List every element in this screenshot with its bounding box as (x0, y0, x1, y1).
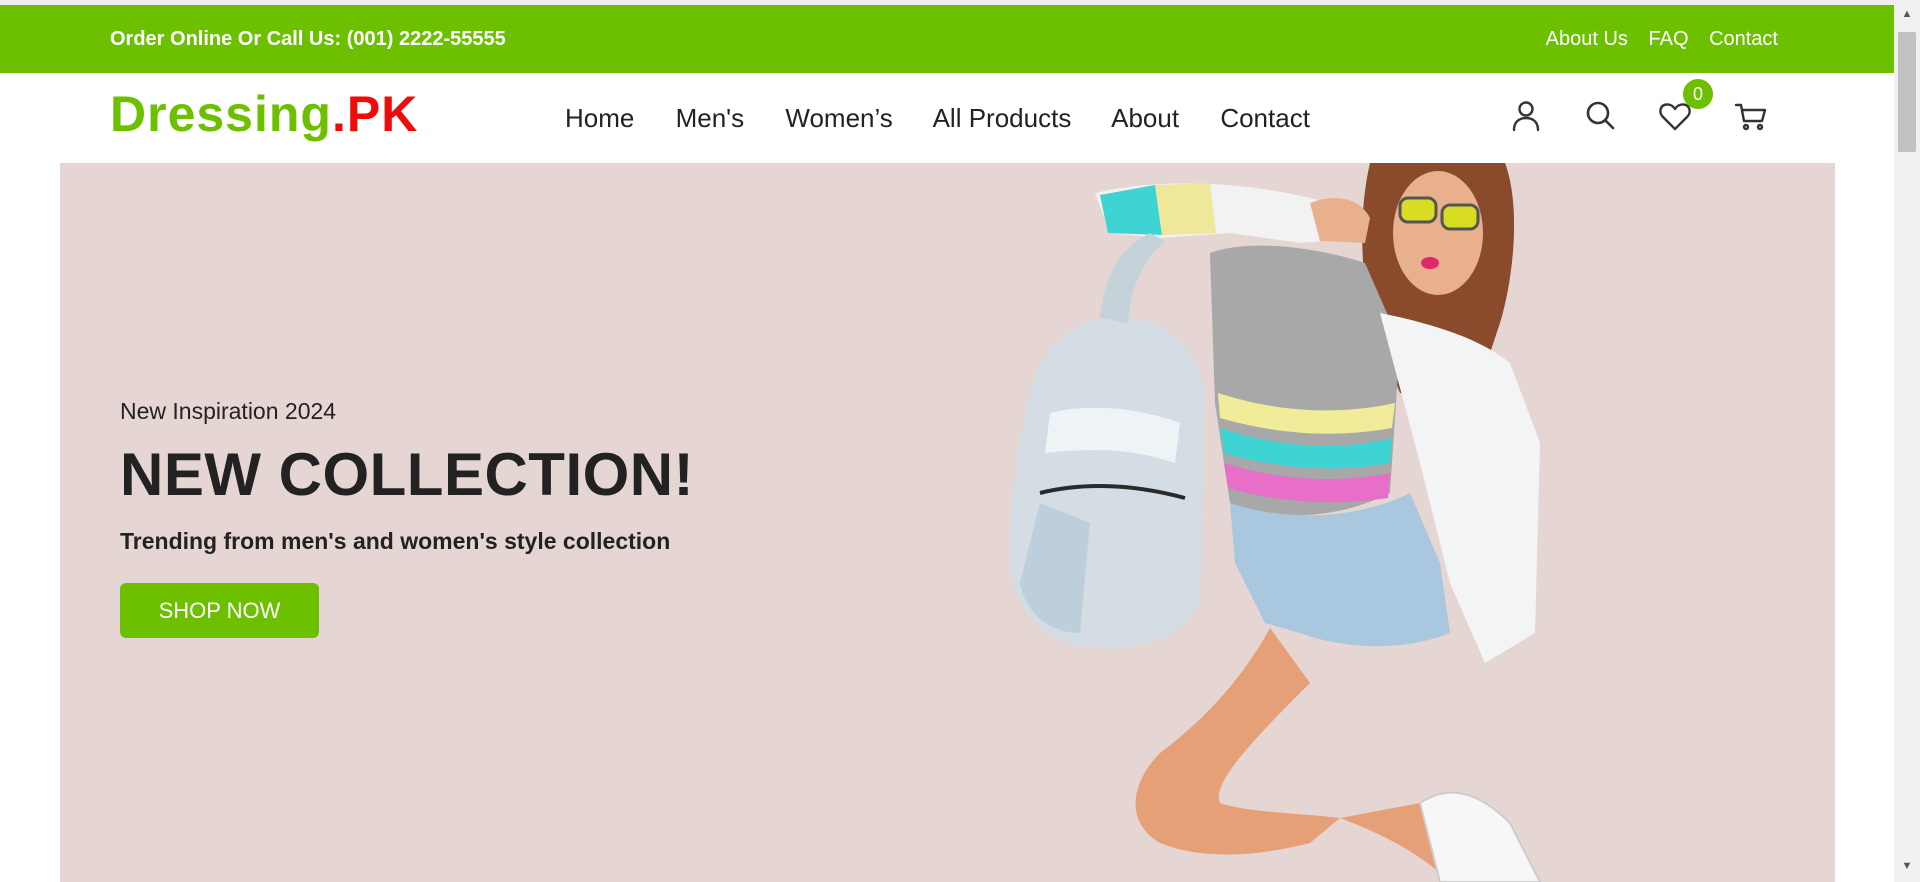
scrollbar-thumb[interactable] (1898, 32, 1916, 152)
hero-headline: NEW COLLECTION! (120, 441, 695, 508)
hero-subline: Trending from men's and women's style co… (120, 528, 671, 554)
nav-contact[interactable]: Contact (1220, 103, 1310, 133)
logo-main: Dressing (110, 86, 332, 142)
hero-model-image (1009, 163, 1542, 882)
nav-womens[interactable]: Women’s (785, 103, 892, 133)
top-bar: Order Online Or Call Us: (001) 2222-5555… (0, 5, 1894, 73)
top-link-about-us[interactable]: About Us (1546, 28, 1628, 50)
scroll-down-arrow-icon[interactable]: ▼ (1898, 860, 1916, 876)
top-link-contact[interactable]: Contact (1709, 28, 1778, 50)
order-phone-text: Order Online Or Call Us: (001) 2222-5555… (110, 28, 506, 50)
top-link-faq[interactable]: FAQ (1648, 28, 1688, 50)
nav-about[interactable]: About (1111, 103, 1179, 133)
nav-all-products[interactable]: All Products (933, 103, 1072, 133)
shop-now-button[interactable]: SHOP NOW (120, 583, 319, 638)
site-header: Dressing.PK Home Men's Women’s All Produ… (0, 73, 1894, 163)
user-icon[interactable] (1505, 95, 1547, 137)
header-icons (1505, 95, 1767, 141)
hero-eyebrow: New Inspiration 2024 (120, 398, 337, 424)
hero-banner: New Inspiration 2024 NEW COLLECTION! Tre… (60, 163, 1835, 882)
nav-mens[interactable]: Men's (676, 103, 745, 133)
site-logo[interactable]: Dressing.PK (110, 89, 418, 139)
top-links: About Us FAQ Contact (1531, 5, 1778, 73)
scroll-up-arrow-icon[interactable]: ▲ (1898, 8, 1916, 24)
logo-suffix: .PK (331, 86, 419, 142)
cart-icon[interactable] (1730, 95, 1772, 137)
nav-home[interactable]: Home (565, 103, 634, 133)
main-nav: Home Men's Women’s All Products About Co… (565, 103, 1344, 134)
wishlist-count-badge: 0 (1683, 79, 1713, 109)
search-icon[interactable] (1579, 95, 1621, 137)
